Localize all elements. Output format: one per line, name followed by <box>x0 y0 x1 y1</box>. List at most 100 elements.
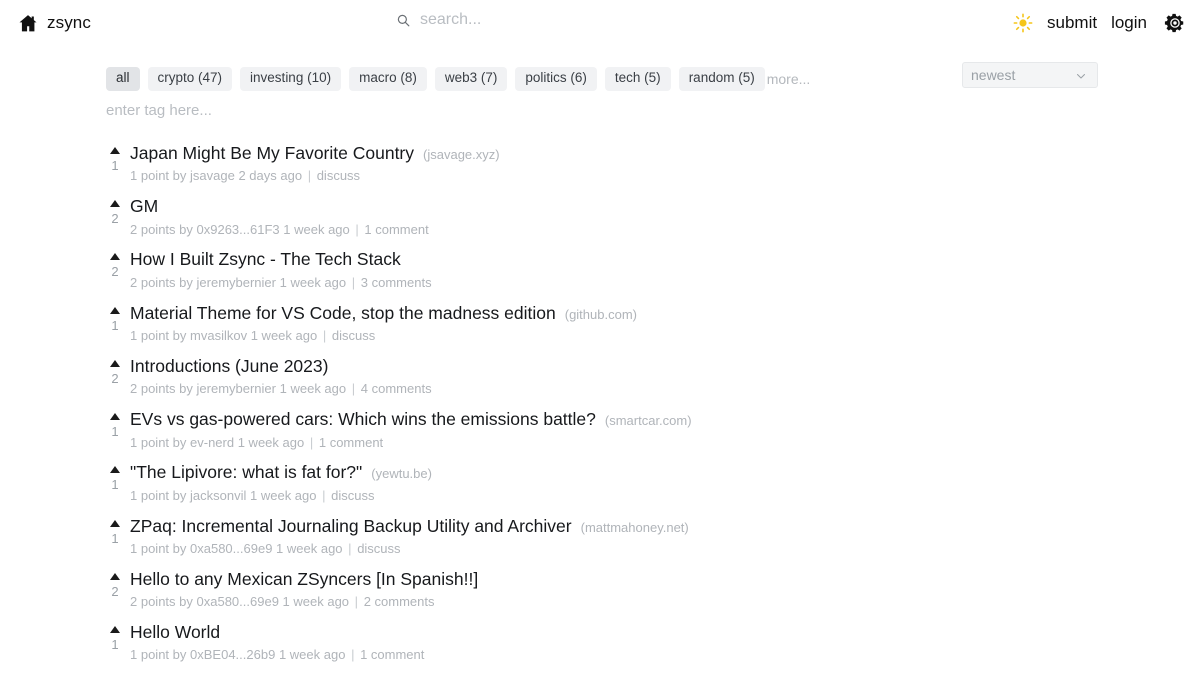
story-title-row: Hello World <box>130 622 424 643</box>
tag-pill[interactable]: crypto (47) <box>147 67 233 91</box>
story-score: 1 <box>111 530 119 546</box>
upvote-arrow-icon[interactable] <box>110 253 120 261</box>
story-title-link[interactable]: ZPaq: Incremental Journaling Backup Util… <box>130 516 572 537</box>
story-age-link[interactable]: 1 week ago <box>250 488 317 503</box>
story-age-link[interactable]: 1 week ago <box>283 222 350 237</box>
story-comments-link[interactable]: 1 comment <box>319 435 383 450</box>
story-score: 2 <box>111 583 119 599</box>
story-title-link[interactable]: EVs vs gas-powered cars: Which wins the … <box>130 409 596 430</box>
submit-link[interactable]: submit <box>1047 13 1097 33</box>
story-score: 2 <box>111 211 119 227</box>
tags-more-link[interactable]: more... <box>765 67 815 92</box>
story-author-link[interactable]: by jsavage <box>173 168 235 183</box>
story-age-link[interactable]: 1 week ago <box>280 275 347 290</box>
upvote-arrow-icon[interactable] <box>110 359 120 367</box>
tag-pill[interactable]: politics (6) <box>515 67 597 91</box>
upvote-arrow-icon[interactable] <box>110 200 120 208</box>
vote-column: 1 <box>100 143 130 172</box>
story-title-link[interactable]: How I Built Zsync - The Tech Stack <box>130 249 401 270</box>
tag-pill[interactable]: investing (10) <box>240 67 342 91</box>
vote-column: 1 <box>100 516 130 545</box>
story-comments-link[interactable]: discuss <box>332 328 375 343</box>
story-body: "The Lipivore: what is fat for?" (yewtu.b… <box>130 462 432 503</box>
story-meta: 1 point by jsavage 2 days ago | discuss <box>130 168 500 184</box>
story-meta: 2 points by 0xa580...69e9 1 week ago | 2… <box>130 594 478 610</box>
brand-home-link[interactable]: zsync <box>18 13 91 33</box>
search-input[interactable] <box>420 11 660 29</box>
tag-pill[interactable]: tech (5) <box>604 67 671 91</box>
story-domain-link[interactable]: (mattmahoney.net) <box>581 520 689 535</box>
tag-pill[interactable]: macro (8) <box>349 67 427 91</box>
search-box[interactable] <box>396 11 660 29</box>
story-title-link[interactable]: Material Theme for VS Code, stop the mad… <box>130 303 556 324</box>
story-age-link[interactable]: 1 week ago <box>238 435 305 450</box>
story-age-link[interactable]: 2 days ago <box>238 168 302 183</box>
story-comments-link[interactable]: 4 comments <box>361 381 432 396</box>
story-comments-link[interactable]: 2 comments <box>364 594 435 609</box>
story-comments-link[interactable]: discuss <box>317 168 360 183</box>
story-age-link[interactable]: 1 week ago <box>283 594 350 609</box>
story-title-link[interactable]: "The Lipivore: what is fat for?" <box>130 462 362 483</box>
story-comments-link[interactable]: discuss <box>331 488 374 503</box>
story-title-link[interactable]: Japan Might Be My Favorite Country <box>130 143 414 164</box>
story-domain-link[interactable]: (yewtu.be) <box>371 466 432 481</box>
story-title-link[interactable]: Introductions (June 2023) <box>130 356 328 377</box>
story-body: Hello to any Mexican ZSyncers [In Spanis… <box>130 569 478 610</box>
story-age-link[interactable]: 1 week ago <box>276 541 343 556</box>
story-author-link[interactable]: by 0xBE04...26b9 <box>173 647 276 662</box>
home-icon <box>19 15 37 32</box>
story-title-link[interactable]: Hello to any Mexican ZSyncers [In Spanis… <box>130 569 478 590</box>
upvote-arrow-icon[interactable] <box>110 147 120 154</box>
story-title-row: GM <box>130 196 429 217</box>
story-domain-link[interactable]: (jsavage.xyz) <box>423 147 500 162</box>
story-author-link[interactable]: by 0x9263...61F3 <box>179 222 279 237</box>
story-body: How I Built Zsync - The Tech Stack 2 poin… <box>130 249 432 290</box>
story-points: 2 points <box>130 221 176 237</box>
upvote-arrow-icon[interactable] <box>110 306 120 314</box>
login-link[interactable]: login <box>1111 13 1147 33</box>
story-score: 1 <box>111 477 119 493</box>
story-points: 2 points <box>130 381 176 397</box>
story-age-link[interactable]: 1 week ago <box>279 647 346 662</box>
tag-pill[interactable]: all <box>106 67 140 91</box>
site-header: zsync submit login <box>0 0 1200 46</box>
meta-separator: | <box>351 381 356 397</box>
story-title-link[interactable]: Hello World <box>130 622 220 643</box>
tag-pill[interactable]: random (5) <box>678 67 765 91</box>
story-points: 1 point <box>130 168 170 184</box>
tag-entry-row <box>0 102 1200 120</box>
story-author-link[interactable]: by jeremybernier <box>179 381 276 396</box>
story-comments-link[interactable]: 1 comment <box>360 647 424 662</box>
story-author-link[interactable]: by jeremybernier <box>179 275 276 290</box>
vote-column: 2 <box>100 196 130 225</box>
story-title-row: "The Lipivore: what is fat for?" (yewtu.b… <box>130 462 432 483</box>
story-comments-link[interactable]: 3 comments <box>361 275 432 290</box>
story-age-link[interactable]: 1 week ago <box>251 328 318 343</box>
sort-select[interactable]: newesttopactive <box>962 62 1098 88</box>
story-author-link[interactable]: by mvasilkov <box>173 328 247 343</box>
story-title-link[interactable]: GM <box>130 196 158 217</box>
story-score: 1 <box>111 424 119 440</box>
story-domain-link[interactable]: (smartcar.com) <box>605 413 692 428</box>
story-author-link[interactable]: by 0xa580...69e9 <box>179 594 279 609</box>
gear-icon[interactable] <box>1164 12 1186 34</box>
story-comments-link[interactable]: discuss <box>357 541 400 556</box>
sun-icon[interactable] <box>1013 13 1033 33</box>
story-title-row: Hello to any Mexican ZSyncers [In Spanis… <box>130 569 478 590</box>
vote-column: 2 <box>100 249 130 278</box>
story-row: 2 Hello to any Mexican ZSyncers [In Spani… <box>100 569 1200 610</box>
upvote-arrow-icon[interactable] <box>110 466 120 474</box>
story-age-link[interactable]: 1 week ago <box>280 381 347 396</box>
story-author-link[interactable]: by 0xa580...69e9 <box>173 541 273 556</box>
story-meta: 2 points by 0x9263...61F3 1 week ago | 1… <box>130 222 429 238</box>
story-domain-link[interactable]: (github.com) <box>565 307 637 322</box>
upvote-arrow-icon[interactable] <box>110 519 120 527</box>
story-comments-link[interactable]: 1 comment <box>364 222 428 237</box>
upvote-arrow-icon[interactable] <box>110 413 120 421</box>
upvote-arrow-icon[interactable] <box>110 572 120 580</box>
story-author-link[interactable]: by jacksonvil <box>173 488 247 503</box>
tag-entry-input[interactable] <box>106 102 406 119</box>
upvote-arrow-icon[interactable] <box>110 626 120 634</box>
tag-pill[interactable]: web3 (7) <box>434 67 508 91</box>
story-author-link[interactable]: by ev-nerd <box>173 435 234 450</box>
